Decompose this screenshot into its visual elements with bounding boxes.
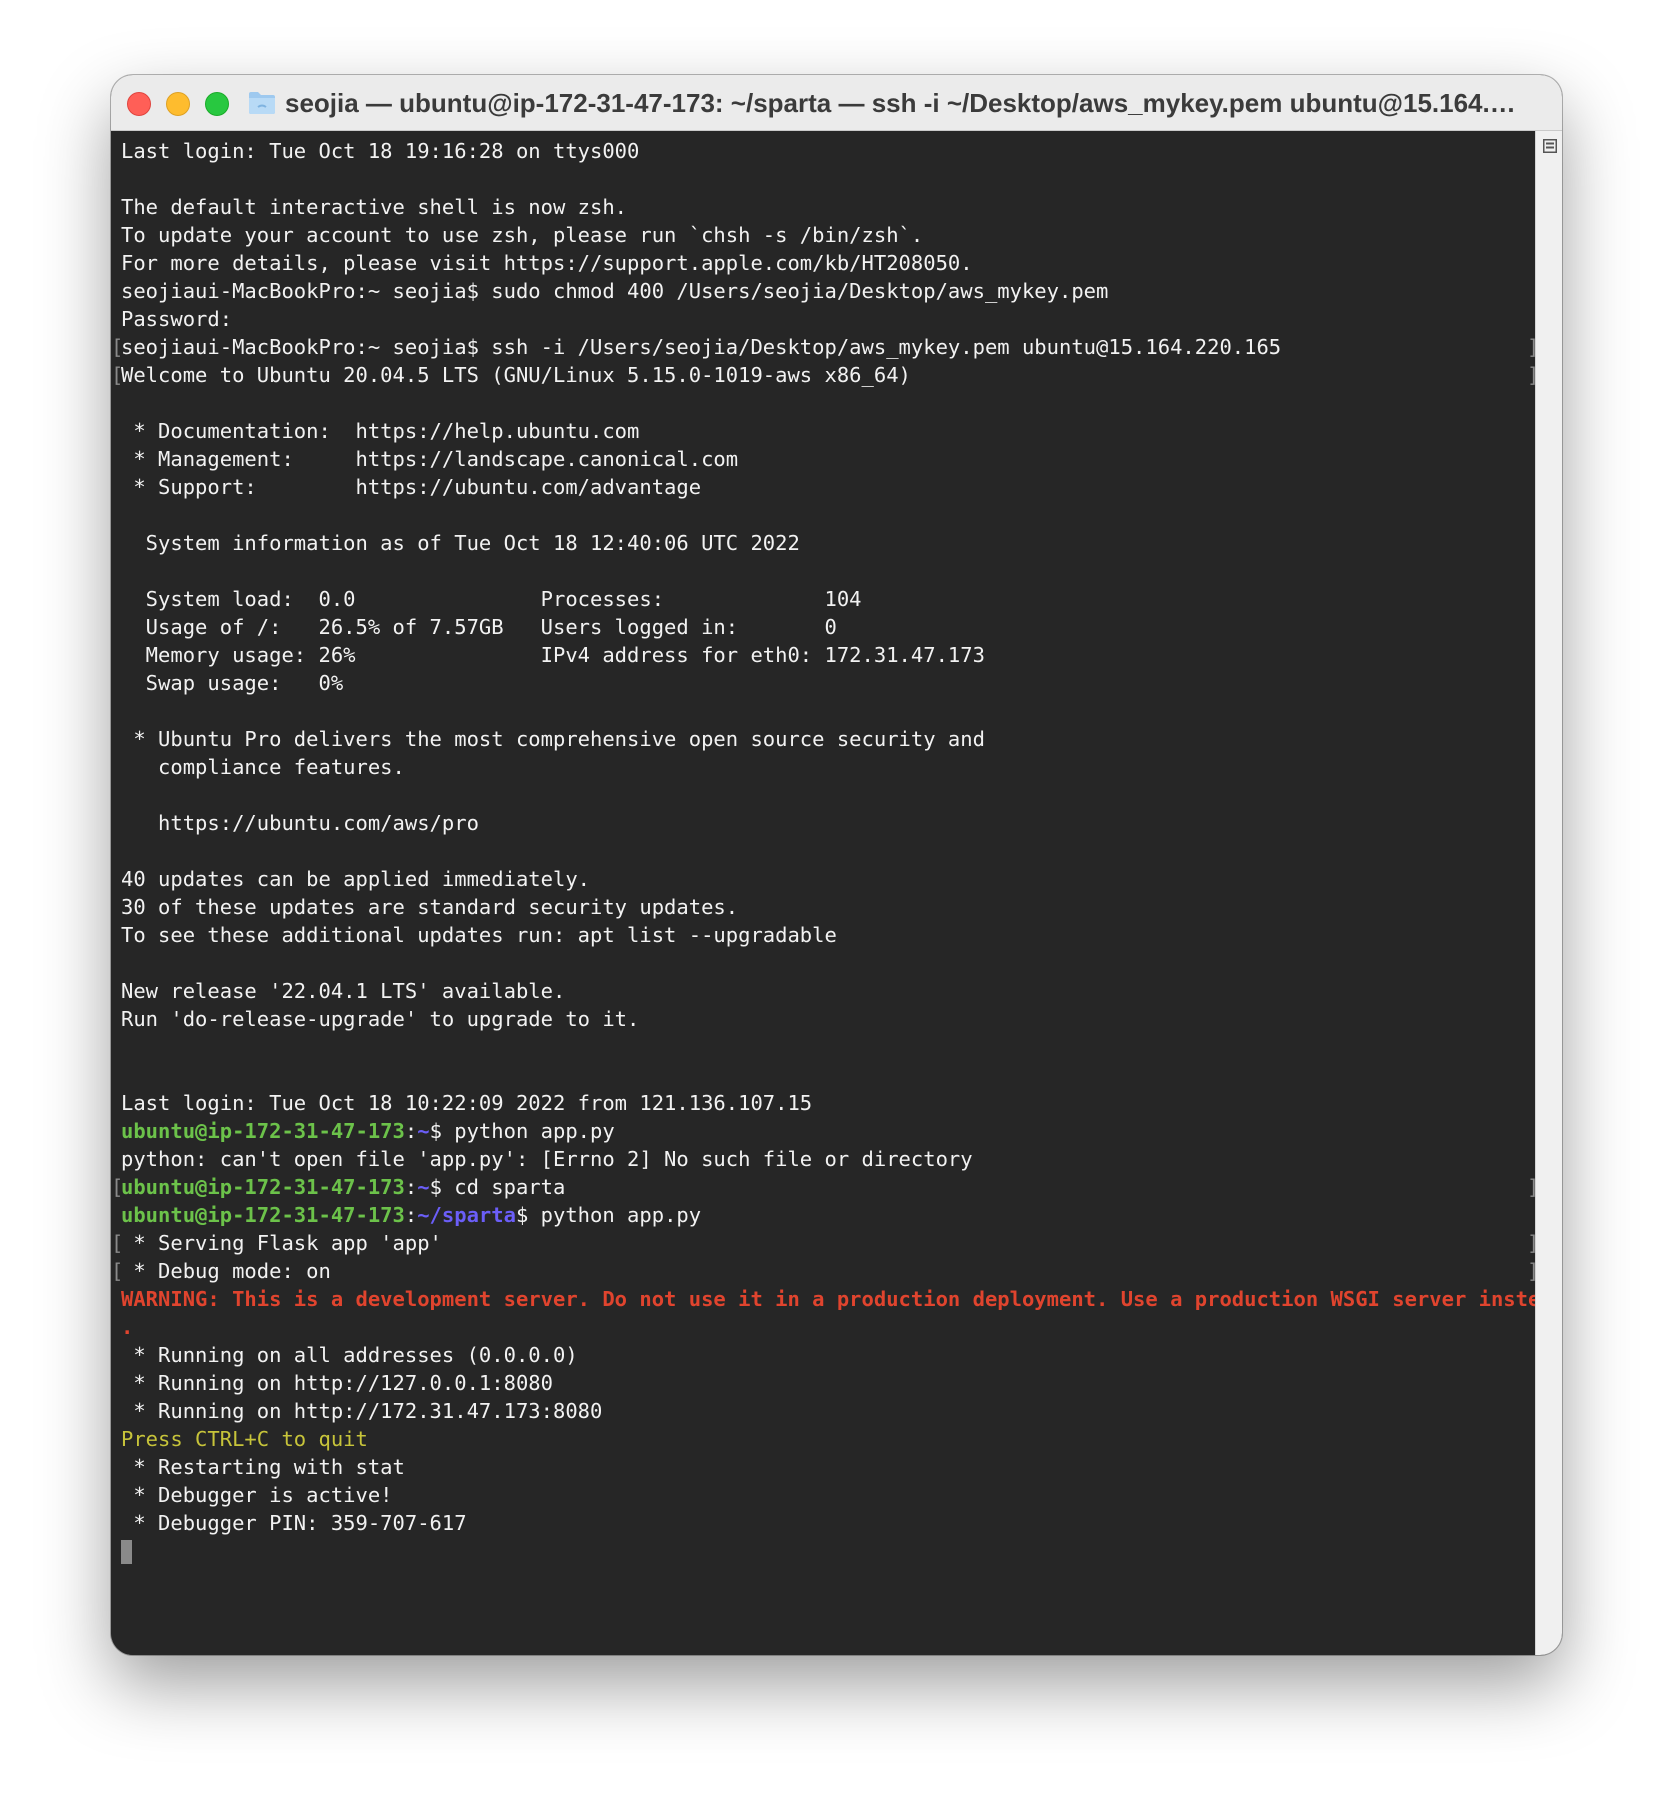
terminal-line: Usage of /: 26.5% of 7.57GB Users logged… bbox=[121, 615, 837, 639]
terminal-content[interactable]: Last login: Tue Oct 18 19:16:28 on ttys0… bbox=[111, 131, 1562, 1655]
terminal-line: * Running on http://127.0.0.1:8080 bbox=[121, 1371, 553, 1395]
prompt-path: ~ bbox=[417, 1175, 430, 1199]
prompt-user: ubuntu@ip-172-31-47-173 bbox=[121, 1175, 405, 1199]
scrollbar[interactable] bbox=[1535, 131, 1562, 1655]
terminal-line: * Restarting with stat bbox=[121, 1455, 405, 1479]
close-button[interactable] bbox=[127, 92, 151, 116]
terminal-line: Password: bbox=[121, 307, 233, 331]
terminal-line: * Management: https://landscape.canonica… bbox=[121, 447, 739, 471]
terminal-line: System load: 0.0 Processes: 104 bbox=[121, 587, 862, 611]
terminal-line: * Running on all addresses (0.0.0.0) bbox=[121, 1343, 578, 1367]
terminal-line: * Documentation: https://help.ubuntu.com bbox=[121, 419, 640, 443]
terminal-window: seojia — ubuntu@ip-172-31-47-173: ~/spar… bbox=[111, 75, 1562, 1655]
terminal-line: seojiaui-MacBookPro:~ seojia$ ssh -i /Us… bbox=[111, 333, 1539, 361]
terminal-line: Run 'do-release-upgrade' to upgrade to i… bbox=[121, 1007, 640, 1031]
prompt-separator: : bbox=[404, 1203, 418, 1227]
terminal-line: The default interactive shell is now zsh… bbox=[121, 195, 628, 219]
window-title: seojia — ubuntu@ip-172-31-47-173: ~/spar… bbox=[285, 88, 1516, 118]
prompt-separator: : bbox=[404, 1119, 418, 1143]
prompt-command: $ python app.py bbox=[429, 1119, 615, 1143]
terminal-line: 40 updates can be applied immediately. bbox=[121, 867, 590, 891]
terminal-line: * Debugger PIN: 359-707-617 bbox=[121, 1511, 467, 1535]
terminal-line: 30 of these updates are standard securit… bbox=[121, 895, 739, 919]
prompt-user: ubuntu@ip-172-31-47-173 bbox=[121, 1119, 405, 1143]
prompt-command: $ python app.py bbox=[515, 1203, 702, 1227]
text-cursor bbox=[121, 1540, 132, 1564]
terminal-line: compliance features. bbox=[121, 755, 405, 779]
terminal-line: To see these additional updates run: apt… bbox=[121, 923, 837, 947]
terminal-line: Memory usage: 26% IPv4 address for eth0:… bbox=[121, 643, 985, 667]
terminal-line: Last login: Tue Oct 18 10:22:09 2022 fro… bbox=[121, 1091, 813, 1115]
terminal-line: * Serving Flask app 'app' bbox=[111, 1229, 1539, 1257]
prompt-line: ubuntu@ip-172-31-47-173:~$ python app.py bbox=[121, 1117, 1535, 1145]
terminal-line: For more details, please visit https://s… bbox=[121, 251, 973, 275]
terminal-line: * Debugger is active! bbox=[121, 1483, 393, 1507]
terminal-line: * Ubuntu Pro delivers the most comprehen… bbox=[121, 727, 985, 751]
quit-hint-line: Press CTRL+C to quit bbox=[121, 1427, 368, 1451]
terminal-line: System information as of Tue Oct 18 12:4… bbox=[121, 531, 800, 555]
terminal-output: Last login: Tue Oct 18 19:16:28 on ttys0… bbox=[111, 137, 1562, 1565]
terminal-line: Last login: Tue Oct 18 19:16:28 on ttys0… bbox=[121, 139, 640, 163]
prompt-line: ubuntu@ip-172-31-47-173:~$ cd sparta bbox=[111, 1173, 1539, 1201]
title-bar[interactable]: seojia — ubuntu@ip-172-31-47-173: ~/spar… bbox=[111, 75, 1562, 131]
prompt-separator: : bbox=[404, 1175, 418, 1199]
prompt-path: ~/sparta bbox=[417, 1203, 516, 1227]
warning-line: WARNING: This is a development server. D… bbox=[121, 1287, 1562, 1311]
marks-list-icon[interactable] bbox=[1543, 139, 1557, 153]
terminal-line: To update your account to use zsh, pleas… bbox=[121, 223, 924, 247]
terminal-line: Welcome to Ubuntu 20.04.5 LTS (GNU/Linux… bbox=[111, 361, 1539, 389]
folder-icon bbox=[249, 92, 275, 114]
zoom-button[interactable] bbox=[205, 92, 229, 116]
cursor-line bbox=[121, 1537, 1535, 1565]
warning-line: . bbox=[121, 1315, 134, 1339]
terminal-line: * Running on http://172.31.47.173:8080 bbox=[121, 1399, 603, 1423]
terminal-line: * Support: https://ubuntu.com/advantage bbox=[121, 475, 702, 499]
prompt-path: ~ bbox=[417, 1119, 430, 1143]
terminal-line: * Debug mode: on bbox=[111, 1257, 1539, 1285]
terminal-line: New release '22.04.1 LTS' available. bbox=[121, 979, 566, 1003]
terminal-line: https://ubuntu.com/aws/pro bbox=[121, 811, 479, 835]
terminal-line: python: can't open file 'app.py': [Errno… bbox=[121, 1147, 973, 1171]
prompt-command: $ cd sparta bbox=[429, 1175, 566, 1199]
terminal-line: seojiaui-MacBookPro:~ seojia$ sudo chmod… bbox=[121, 279, 1109, 303]
prompt-user: ubuntu@ip-172-31-47-173 bbox=[121, 1203, 405, 1227]
minimize-button[interactable] bbox=[166, 92, 190, 116]
prompt-line: ubuntu@ip-172-31-47-173:~/sparta$ python… bbox=[121, 1201, 1535, 1229]
terminal-line: Swap usage: 0% bbox=[121, 671, 344, 695]
